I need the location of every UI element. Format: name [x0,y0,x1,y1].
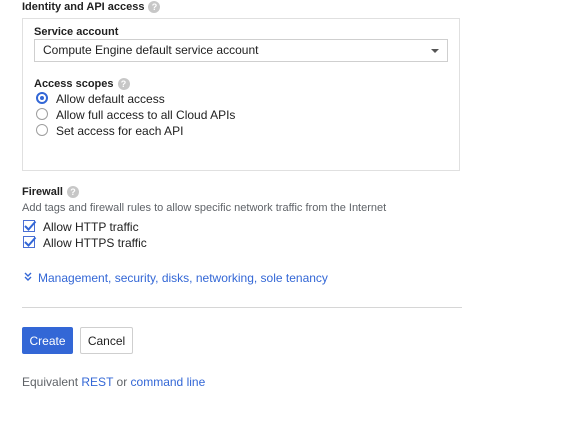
service-account-value: Compute Engine default service account [43,43,259,57]
checkbox-checked[interactable] [23,220,37,232]
checkbox-checked[interactable] [23,236,37,248]
identity-title-text: Identity and API access [22,1,145,13]
more-options-label: Management, security, disks, networking,… [38,271,328,285]
radio-label: Allow default access [56,92,165,106]
divider [22,307,462,308]
footer-or: or [116,375,128,389]
checkbox-label: Allow HTTPS traffic [43,236,147,250]
help-icon[interactable]: ? [66,186,79,199]
firewall-section-title: Firewall? [22,186,79,199]
help-icon[interactable]: ? [148,1,161,14]
access-scopes-label: Access scopes? [34,78,130,91]
command-line-link[interactable]: command line [131,375,206,389]
more-options-link[interactable]: Management, security, disks, networking,… [22,271,328,285]
footer-prefix: Equivalent [22,375,79,389]
checkmark-icon [24,236,37,247]
help-icon[interactable]: ? [117,78,130,91]
access-scopes-text: Access scopes [34,78,114,90]
checkbox-label: Allow HTTP traffic [43,220,139,234]
identity-section-title: Identity and API access? [22,1,161,14]
cancel-button[interactable]: Cancel [80,327,133,354]
radio-button[interactable] [36,124,48,136]
checkmark-icon [24,220,37,231]
dropdown-arrow-icon [431,49,439,53]
equivalent-footer: Equivalent REST or command line [22,375,205,389]
rest-link[interactable]: REST [81,375,113,389]
radio-button-selected[interactable] [36,92,48,104]
firewall-description: Add tags and firewall rules to allow spe… [22,202,387,214]
radio-button[interactable] [36,108,48,120]
service-account-select[interactable]: Compute Engine default service account [34,39,448,62]
radio-label: Allow full access to all Cloud APIs [56,108,236,122]
firewall-title-text: Firewall [22,186,63,198]
service-account-label: Service account [34,26,119,38]
create-button[interactable]: Create [22,327,73,354]
radio-label: Set access for each API [56,124,184,138]
double-chevron-down-icon [24,272,32,281]
